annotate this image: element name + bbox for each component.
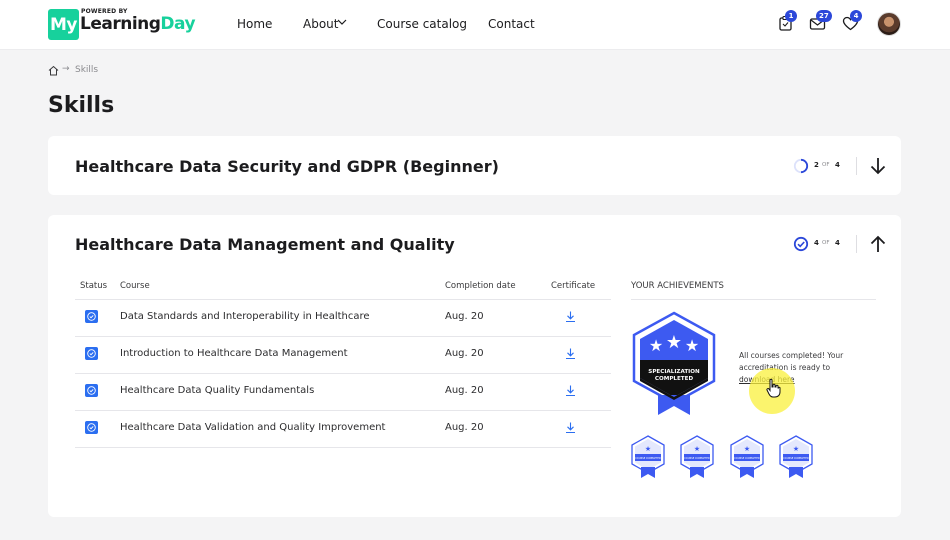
progress-done: 4	[814, 239, 819, 247]
course-badge-icon: ★ COURSE COMPLETED	[631, 435, 665, 478]
skill-title[interactable]: Healthcare Data Management and Quality	[75, 235, 455, 254]
logo-day: Day	[160, 14, 196, 34]
svg-text:★: ★	[649, 336, 663, 355]
logo-my: My	[50, 15, 78, 35]
course-badge-icon: ★ COURSE COMPLETED	[779, 435, 813, 478]
status-completed-icon	[85, 347, 98, 360]
progress-complete-icon	[793, 236, 809, 252]
skill-title[interactable]: Healthcare Data Security and GDPR (Begin…	[75, 157, 499, 176]
progress-of: OF	[822, 162, 830, 168]
specialization-badge-icon: ★ ★ ★ SPECIALIZATION COMPLETED	[632, 311, 716, 415]
download-icon[interactable]	[565, 421, 576, 434]
col-certificate: Certificate	[551, 281, 596, 291]
course-name[interactable]: Healthcare Data Quality Fundamentals	[120, 385, 314, 396]
course-name[interactable]: Data Standards and Interoperability in H…	[120, 311, 370, 322]
favorites-count-badge: 4	[850, 10, 862, 22]
completion-date: Aug. 20	[445, 385, 484, 396]
svg-text:★: ★	[666, 332, 682, 353]
svg-text:★: ★	[744, 445, 750, 453]
svg-text:★: ★	[685, 336, 699, 355]
small-badge-label: COURSE COMPLETED	[734, 457, 760, 460]
achievements-heading: YOUR ACHIEVEMENTS	[631, 281, 724, 291]
course-name[interactable]: Healthcare Data Validation and Quality I…	[120, 422, 385, 433]
progress-total: 4	[835, 161, 840, 169]
small-badge-label: COURSE COMPLETED	[635, 457, 661, 460]
logo-learning: Learning	[80, 14, 161, 34]
breadcrumb-separator: →	[62, 64, 70, 74]
table-row: Healthcare Data Quality Fundamentals Aug…	[75, 373, 611, 410]
chevron-down-icon[interactable]	[337, 17, 347, 27]
arrow-down-icon[interactable]	[867, 155, 889, 177]
status-completed-icon	[85, 310, 98, 323]
logo-wordmark: LearningDay	[80, 14, 196, 34]
achievement-text: All courses completed! Your accreditatio…	[739, 351, 844, 372]
skill-progress: 2 OF 4	[793, 158, 843, 174]
skill-progress: 4 OF 4	[793, 236, 843, 252]
nav-home[interactable]: Home	[237, 17, 272, 31]
badge-line1: SPECIALIZATION	[648, 369, 700, 375]
row-divider	[75, 447, 611, 448]
progress-total: 4	[835, 239, 840, 247]
messages-count-badge: 27	[816, 10, 832, 22]
small-badge-label: COURSE COMPLETED	[684, 457, 710, 460]
cart-count-badge: 1	[785, 10, 797, 22]
col-completion-date: Completion date	[445, 281, 516, 291]
page-title: Skills	[48, 93, 115, 118]
skill-card-collapsed: Healthcare Data Security and GDPR (Begin…	[48, 136, 901, 195]
nav-contact[interactable]: Contact	[488, 17, 535, 31]
svg-text:★: ★	[793, 445, 799, 453]
brand-logo[interactable]: My POWERED BY LearningDay	[48, 8, 196, 40]
badge-line2: COMPLETED	[655, 376, 694, 382]
status-completed-icon	[85, 384, 98, 397]
breadcrumb-current: Skills	[75, 65, 99, 75]
divider	[856, 157, 857, 175]
progress-of: OF	[822, 240, 830, 246]
skill-card-expanded: Healthcare Data Management and Quality 4…	[48, 215, 901, 517]
course-badge-icon: ★ COURSE COMPLETED	[680, 435, 714, 478]
download-icon[interactable]	[565, 310, 576, 323]
col-status: Status	[80, 281, 108, 291]
status-completed-icon	[85, 421, 98, 434]
nav-course-catalog[interactable]: Course catalog	[377, 17, 467, 31]
home-icon[interactable]	[48, 65, 59, 76]
svg-text:★: ★	[694, 445, 700, 453]
completion-date: Aug. 20	[445, 422, 484, 433]
logo-badge: My	[48, 9, 79, 40]
progress-done: 2	[814, 161, 819, 169]
completion-date: Aug. 20	[445, 311, 484, 322]
user-avatar[interactable]	[877, 12, 901, 36]
download-icon[interactable]	[565, 347, 576, 360]
course-badge-icon: ★ COURSE COMPLETED	[730, 435, 764, 478]
top-header: My POWERED BY LearningDay Home About Cou…	[0, 0, 950, 50]
course-name[interactable]: Introduction to Healthcare Data Manageme…	[120, 348, 348, 359]
arrow-up-icon[interactable]	[867, 233, 889, 255]
completion-date: Aug. 20	[445, 348, 484, 359]
small-badge-label: COURSE COMPLETED	[783, 457, 809, 460]
table-row: Introduction to Healthcare Data Manageme…	[75, 336, 611, 373]
achievements-divider	[631, 299, 876, 300]
progress-ring-icon	[793, 158, 809, 174]
table-row: Healthcare Data Validation and Quality I…	[75, 410, 611, 447]
svg-text:★: ★	[645, 445, 651, 453]
hand-cursor-icon	[766, 378, 781, 398]
table-row: Data Standards and Interoperability in H…	[75, 299, 611, 336]
nav-about[interactable]: About	[303, 17, 338, 31]
col-course: Course	[120, 281, 150, 291]
download-icon[interactable]	[565, 384, 576, 397]
divider	[856, 235, 857, 253]
